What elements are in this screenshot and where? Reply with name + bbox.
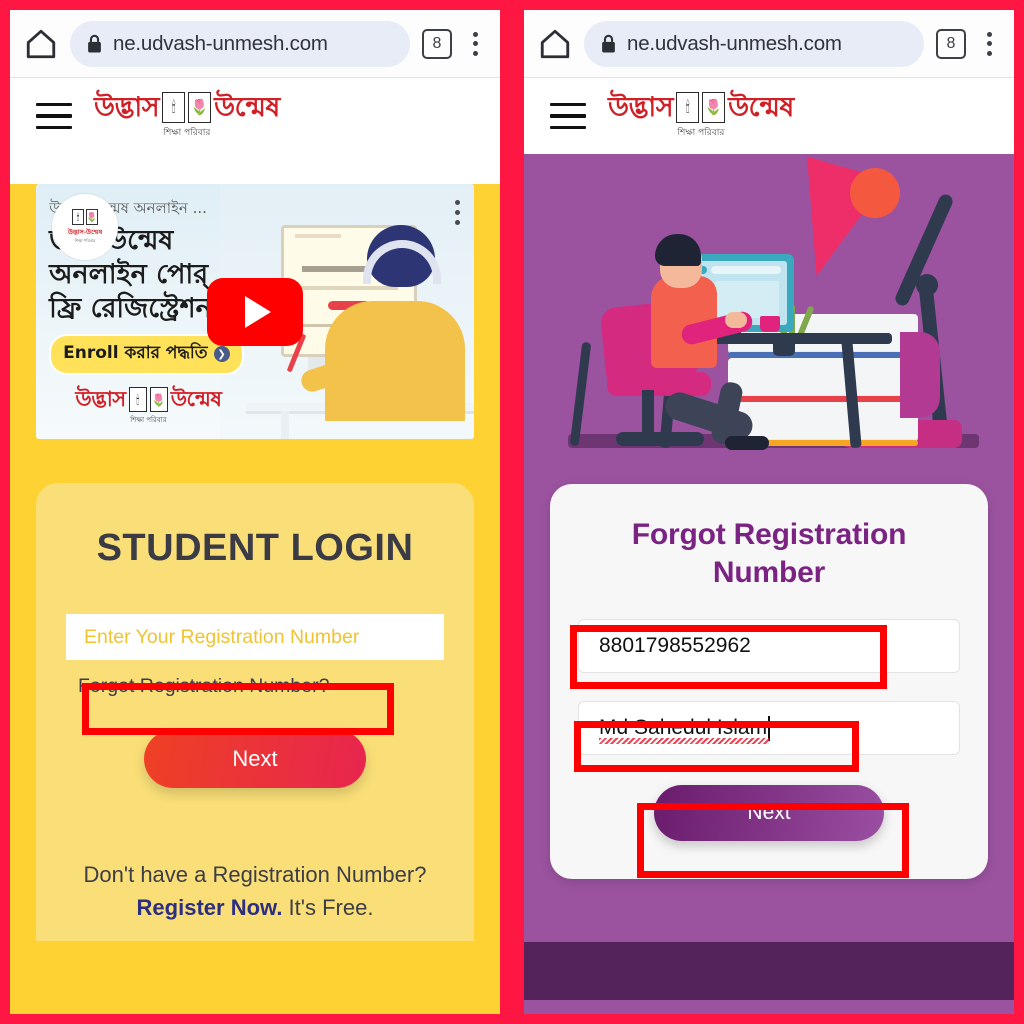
lock-icon	[602, 34, 615, 52]
home-icon[interactable]	[538, 27, 572, 61]
hamburger-menu-icon[interactable]	[36, 102, 72, 130]
registration-number-placeholder: Enter Your Registration Number	[84, 625, 360, 648]
logo-tulip-icon: 🌷	[188, 92, 212, 123]
video-brand-tagline: শিক্ষা পরিবার	[130, 416, 167, 425]
screenshot-stage: ne.udvash-unmesh.com 8 উদ্ভাস 🕯 🌷 উন্মেষ…	[0, 0, 1024, 1024]
video-channel-avatar[interactable]: 🕯 🌷 উদ্ভাস-উন্মেষ শিক্ষা পরিবার	[52, 194, 118, 260]
video-embed[interactable]: উদ্ভাস-উন্মেষ অনলাইন ... ভাস-উন্মেষ অনলা…	[36, 184, 474, 439]
browser-menu-icon[interactable]	[978, 31, 1000, 56]
play-triangle	[245, 295, 271, 328]
tab-count-button[interactable]: 8	[936, 28, 966, 59]
lock-icon	[88, 34, 101, 52]
chair-seat	[606, 372, 711, 396]
video-channel-sub: শিক্ষা পরিবার	[74, 238, 96, 243]
youtube-play-icon[interactable]	[207, 277, 303, 346]
video-desk-leg	[281, 410, 290, 439]
logo-flame-icon: 🕯	[676, 92, 700, 123]
address-bar[interactable]: ne.udvash-unmesh.com	[584, 20, 924, 67]
person-shoe	[725, 436, 770, 450]
address-bar[interactable]: ne.udvash-unmesh.com	[70, 20, 410, 67]
chevron-right-icon: ❯	[213, 346, 230, 363]
desk-illustration	[550, 154, 988, 474]
next-button[interactable]: Next	[144, 730, 366, 788]
logo-left-text: উদ্ভাস	[94, 92, 160, 123]
page-title: STUDENT LOGIN	[96, 527, 414, 569]
video-brand-left: উদ্ভাস	[75, 387, 126, 412]
panel-divider	[507, 0, 517, 1024]
name-input[interactable]: Md Sahedul Islam	[578, 701, 960, 755]
next-button[interactable]: Next	[654, 785, 884, 841]
student-login-card: STUDENT LOGIN Enter Your Registration Nu…	[36, 483, 474, 941]
video-flame-icon: 🕯	[128, 387, 147, 413]
logo-tagline: শিক্ষা পরিবার	[677, 128, 725, 138]
tab-count-button[interactable]: 8	[422, 28, 452, 59]
logo-flame-icon: 🕯	[162, 92, 186, 123]
name-value: Md Sahedul Islam	[599, 716, 768, 739]
right-page-body: Forgot Registration Number 8801798552962…	[524, 154, 1014, 1014]
forgot-registration-card: Forgot Registration Number 8801798552962…	[550, 484, 988, 879]
browser-toolbar: ne.udvash-unmesh.com 8	[10, 10, 500, 78]
left-page-body: উদ্ভাস-উন্মেষ অনলাইন ... ভাস-উন্মেষ অনলা…	[10, 184, 500, 1014]
url-text: ne.udvash-unmesh.com	[627, 31, 842, 55]
mobile-number-value: 8801798552962	[599, 634, 751, 657]
book-side	[899, 332, 940, 418]
url-text: ne.udvash-unmesh.com	[113, 31, 328, 55]
register-now-link[interactable]: Register Now.	[137, 895, 283, 920]
no-registration-text-block: Don't have a Registration Number? Regist…	[66, 858, 444, 924]
its-free-text: It's Free.	[282, 895, 374, 920]
site-header: উদ্ভাস 🕯 🌷 উন্মেষ শিক্ষা পরিবার	[10, 78, 500, 154]
forgot-registration-number-link[interactable]: Forgot Registration Number?	[66, 666, 444, 706]
spellcheck-underline	[599, 738, 769, 744]
tab-count-label: 8	[946, 34, 956, 52]
right-phone-screenshot: ne.udvash-unmesh.com 8 উদ্ভাস 🕯 🌷 উন্মেষ…	[524, 10, 1014, 1014]
text-caret	[768, 715, 771, 741]
logo-right-text: উন্মেষ	[214, 92, 280, 123]
tab-count-label: 8	[432, 34, 442, 52]
chair-pole	[641, 390, 654, 434]
browser-menu-icon[interactable]	[464, 31, 486, 56]
video-cta-label: Enroll করার পদ্ধতি	[63, 343, 208, 364]
browser-toolbar-right: ne.udvash-unmesh.com 8	[524, 10, 1014, 78]
logo-left-text: উদ্ভাস	[608, 92, 674, 123]
site-logo[interactable]: উদ্ভাস 🕯 🌷 উন্মেষ শিক্ষা পরিবার	[94, 92, 280, 140]
page-footer	[524, 942, 1014, 1000]
no-registration-question: Don't have a Registration Number?	[83, 862, 427, 887]
mobile-number-input[interactable]: 8801798552962	[578, 619, 960, 673]
person-hand	[725, 312, 748, 328]
chair-rail	[569, 341, 592, 447]
logo-tulip-icon: 🌷	[702, 92, 726, 123]
logo-right-text: উন্মেষ	[728, 92, 794, 123]
site-header-right: উদ্ভাস 🕯 🌷 উন্মেষ শিক্ষা পরিবার	[524, 78, 1014, 154]
video-brand-right: উন্মেষ	[170, 387, 222, 412]
chair-foot	[615, 432, 704, 446]
hamburger-menu-icon[interactable]	[550, 102, 586, 130]
left-phone-screenshot: ne.udvash-unmesh.com 8 উদ্ভাস 🕯 🌷 উন্মেষ…	[10, 10, 500, 1014]
card-title: Forgot Registration Number	[631, 518, 907, 589]
site-logo[interactable]: উদ্ভাস 🕯 🌷 উন্মেষ শিক্ষা পরিবার	[608, 92, 794, 140]
home-icon[interactable]	[24, 27, 58, 61]
video-kebab-icon[interactable]	[455, 200, 460, 225]
lamp-bulb	[850, 168, 901, 218]
person-hair	[655, 234, 702, 266]
video-channel-name: উদ্ভাস-উন্মেষ	[67, 229, 103, 236]
registration-number-input[interactable]: Enter Your Registration Number	[66, 614, 444, 660]
video-brand-logo: উদ্ভাস 🕯 🌷 উন্মেষ শিক্ষা পরিবার	[75, 387, 222, 426]
logo-tagline: শিক্ষা পরিবার	[163, 128, 211, 138]
coffee-mug	[760, 316, 781, 332]
register-now-line: Register Now. It's Free.	[66, 891, 444, 924]
video-tulip-icon: 🌷	[149, 387, 168, 413]
